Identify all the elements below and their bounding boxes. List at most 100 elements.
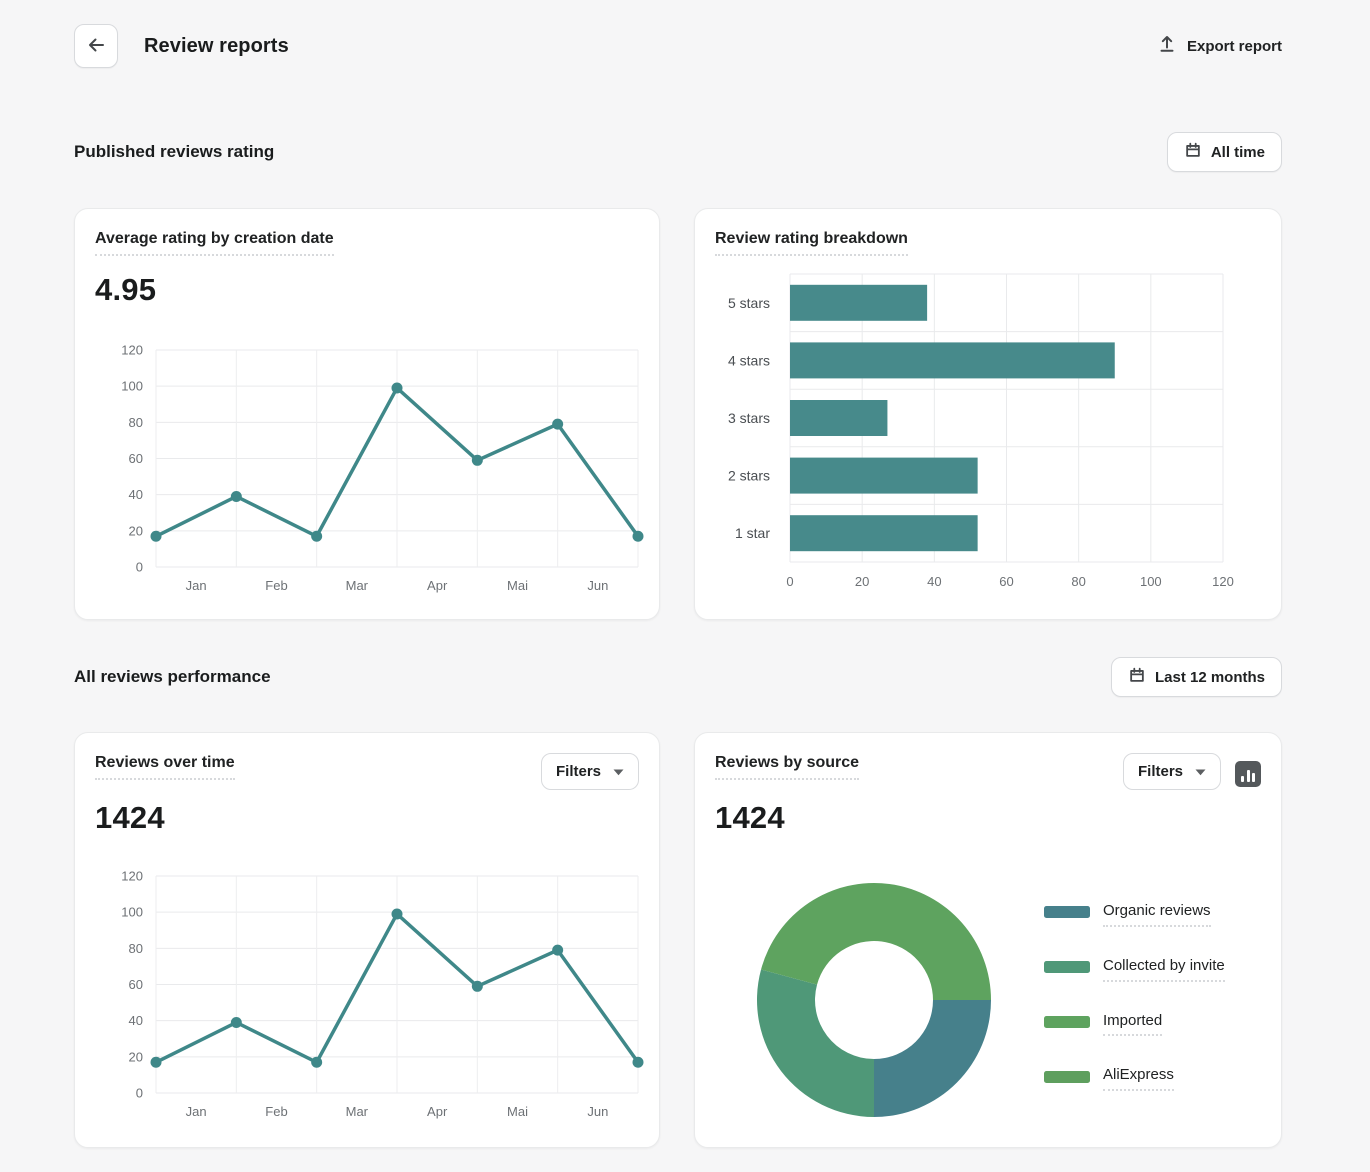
svg-text:4 stars: 4 stars	[728, 352, 770, 368]
section-heading-all-reviews-performance: All reviews performance	[74, 667, 271, 687]
filters-label: Filters	[1138, 763, 1183, 780]
svg-text:60: 60	[999, 574, 1013, 588]
svg-text:20: 20	[129, 1049, 143, 1064]
svg-text:60: 60	[129, 977, 143, 992]
legend-item-imported: Imported	[1044, 1008, 1244, 1037]
legend-label-organic-reviews: Organic reviews	[1103, 898, 1211, 927]
filters-label: Filters	[556, 763, 601, 780]
svg-text:2 stars: 2 stars	[728, 468, 770, 484]
svg-text:Mai: Mai	[507, 578, 528, 593]
svg-text:0: 0	[136, 1086, 143, 1101]
reviews-by-source-actions: Filters	[1123, 753, 1261, 790]
bar-chart-view-toggle-button[interactable]	[1235, 761, 1261, 787]
legend-swatch-aliexpress	[1044, 1071, 1090, 1083]
svg-text:20: 20	[855, 574, 869, 588]
svg-text:80: 80	[129, 415, 143, 430]
export-report-label: Export report	[1187, 38, 1282, 55]
legend-swatch-imported	[1044, 1016, 1090, 1028]
svg-text:120: 120	[1212, 574, 1234, 588]
card-header-reviews-over-time: Reviews over time Filters	[95, 753, 639, 790]
calendar-icon	[1184, 141, 1202, 163]
chevron-down-icon	[1195, 763, 1206, 780]
reviews-over-time-total: 1424	[95, 800, 639, 836]
legend-item-organic-reviews: Organic reviews	[1044, 898, 1244, 927]
card-title-rating-breakdown: Review rating breakdown	[715, 229, 1261, 256]
svg-text:0: 0	[786, 574, 793, 588]
svg-text:100: 100	[1140, 574, 1162, 588]
svg-text:Mar: Mar	[346, 578, 369, 593]
card-rating-breakdown: Review rating breakdown 0 20 40 60 80 100 120 5…	[694, 208, 1282, 620]
card-reviews-over-time: Reviews over time Filters 1424 0 20 40 60 80…	[74, 732, 660, 1148]
upload-icon	[1157, 34, 1177, 58]
reviews-by-source-donut-chart	[756, 882, 992, 1118]
svg-text:40: 40	[129, 487, 143, 502]
svg-text:100: 100	[121, 379, 143, 394]
card-title-reviews-over-time: Reviews over time	[95, 753, 235, 780]
reviews-by-source-legend: Organic reviews Collected by invite Impo…	[1044, 882, 1244, 1118]
chevron-down-icon	[613, 763, 624, 780]
review-reports-page: Review reports Export report Published r…	[0, 0, 1370, 1172]
svg-text:Jun: Jun	[587, 1104, 608, 1119]
card-average-rating: Average rating by creation date 4.95 0 20…	[74, 208, 660, 620]
legend-swatch-organic-reviews	[1044, 906, 1090, 918]
all-time-button[interactable]: All time	[1167, 132, 1282, 172]
filters-button-reviews-over-time[interactable]: Filters	[541, 753, 639, 790]
export-report-button[interactable]: Export report	[1157, 34, 1282, 58]
svg-text:Jan: Jan	[186, 1104, 207, 1119]
back-button[interactable]	[74, 24, 118, 68]
filters-button-reviews-by-source[interactable]: Filters	[1123, 753, 1221, 790]
section-published-reviews-rating: Published reviews rating All time	[74, 132, 1282, 172]
card-title-reviews-by-source: Reviews by source	[715, 753, 859, 780]
svg-text:5 stars: 5 stars	[728, 295, 770, 311]
cards-row-2: Reviews over time Filters 1424 0 20 40 60 80…	[74, 732, 1282, 1148]
card-reviews-by-source: Reviews by source Filters	[694, 732, 1282, 1148]
card-title-average-rating-text[interactable]: Average rating by creation date	[95, 229, 334, 256]
svg-text:100: 100	[121, 905, 143, 920]
bar-chart-icon	[1241, 776, 1244, 782]
cards-row-1: Average rating by creation date 4.95 0 20…	[74, 208, 1282, 620]
svg-text:40: 40	[129, 1013, 143, 1028]
legend-swatch-collected-by-invite	[1044, 961, 1090, 973]
card-title-average-rating: Average rating by creation date	[95, 229, 639, 256]
legend-item-collected-by-invite: Collected by invite	[1044, 953, 1244, 982]
svg-text:Feb: Feb	[265, 1104, 287, 1119]
svg-text:80: 80	[1071, 574, 1085, 588]
section-all-reviews-performance: All reviews performance Last 12 months	[74, 657, 1282, 697]
svg-text:0: 0	[136, 560, 143, 575]
rating-breakdown-bar-chart: 0 20 40 60 80 100 120 5 stars 4 stars 3 stars 2 st…	[715, 272, 1261, 593]
svg-text:Jan: Jan	[186, 578, 207, 593]
legend-label-imported: Imported	[1103, 1008, 1162, 1037]
svg-text:1 star: 1 star	[735, 525, 770, 541]
page-title: Review reports	[144, 35, 289, 58]
svg-text:40: 40	[927, 574, 941, 588]
back-arrow-icon	[86, 35, 106, 58]
last-12-months-button[interactable]: Last 12 months	[1111, 657, 1282, 697]
svg-text:Jun: Jun	[587, 578, 608, 593]
svg-text:Mai: Mai	[507, 1104, 528, 1119]
reviews-by-source-total: 1424	[715, 800, 1261, 836]
svg-text:120: 120	[121, 343, 143, 358]
svg-text:20: 20	[129, 523, 143, 538]
card-title-rating-breakdown-text[interactable]: Review rating breakdown	[715, 229, 908, 256]
svg-text:Feb: Feb	[265, 578, 287, 593]
all-time-label: All time	[1211, 144, 1265, 161]
svg-text:60: 60	[129, 451, 143, 466]
svg-text:Mar: Mar	[346, 1104, 369, 1119]
card-title-reviews-over-time-text[interactable]: Reviews over time	[95, 753, 235, 780]
card-title-reviews-by-source-text[interactable]: Reviews by source	[715, 753, 859, 780]
svg-text:3 stars: 3 stars	[728, 410, 770, 426]
reviews-over-time-line-chart: 020406080100120JanFebMarAprMaiJun	[95, 862, 639, 1129]
topbar: Review reports Export report	[74, 24, 1282, 68]
legend-label-aliexpress: AliExpress	[1103, 1062, 1174, 1091]
svg-text:80: 80	[129, 941, 143, 956]
card-header-reviews-by-source: Reviews by source Filters	[715, 753, 1261, 790]
legend-item-aliexpress: AliExpress	[1044, 1062, 1244, 1091]
reviews-by-source-chart-area: Organic reviews Collected by invite Impo…	[715, 882, 1261, 1118]
section-heading-published-reviews-rating: Published reviews rating	[74, 142, 274, 162]
svg-text:Apr: Apr	[427, 1104, 448, 1119]
last-12-months-label: Last 12 months	[1155, 669, 1265, 686]
legend-label-collected-by-invite: Collected by invite	[1103, 953, 1225, 982]
svg-text:Apr: Apr	[427, 578, 448, 593]
average-rating-value: 4.95	[95, 272, 639, 308]
avg-rating-line-chart: 0 20 40 60 80 100 120 Jan Feb Mar Apr Mai Jun	[95, 336, 639, 603]
